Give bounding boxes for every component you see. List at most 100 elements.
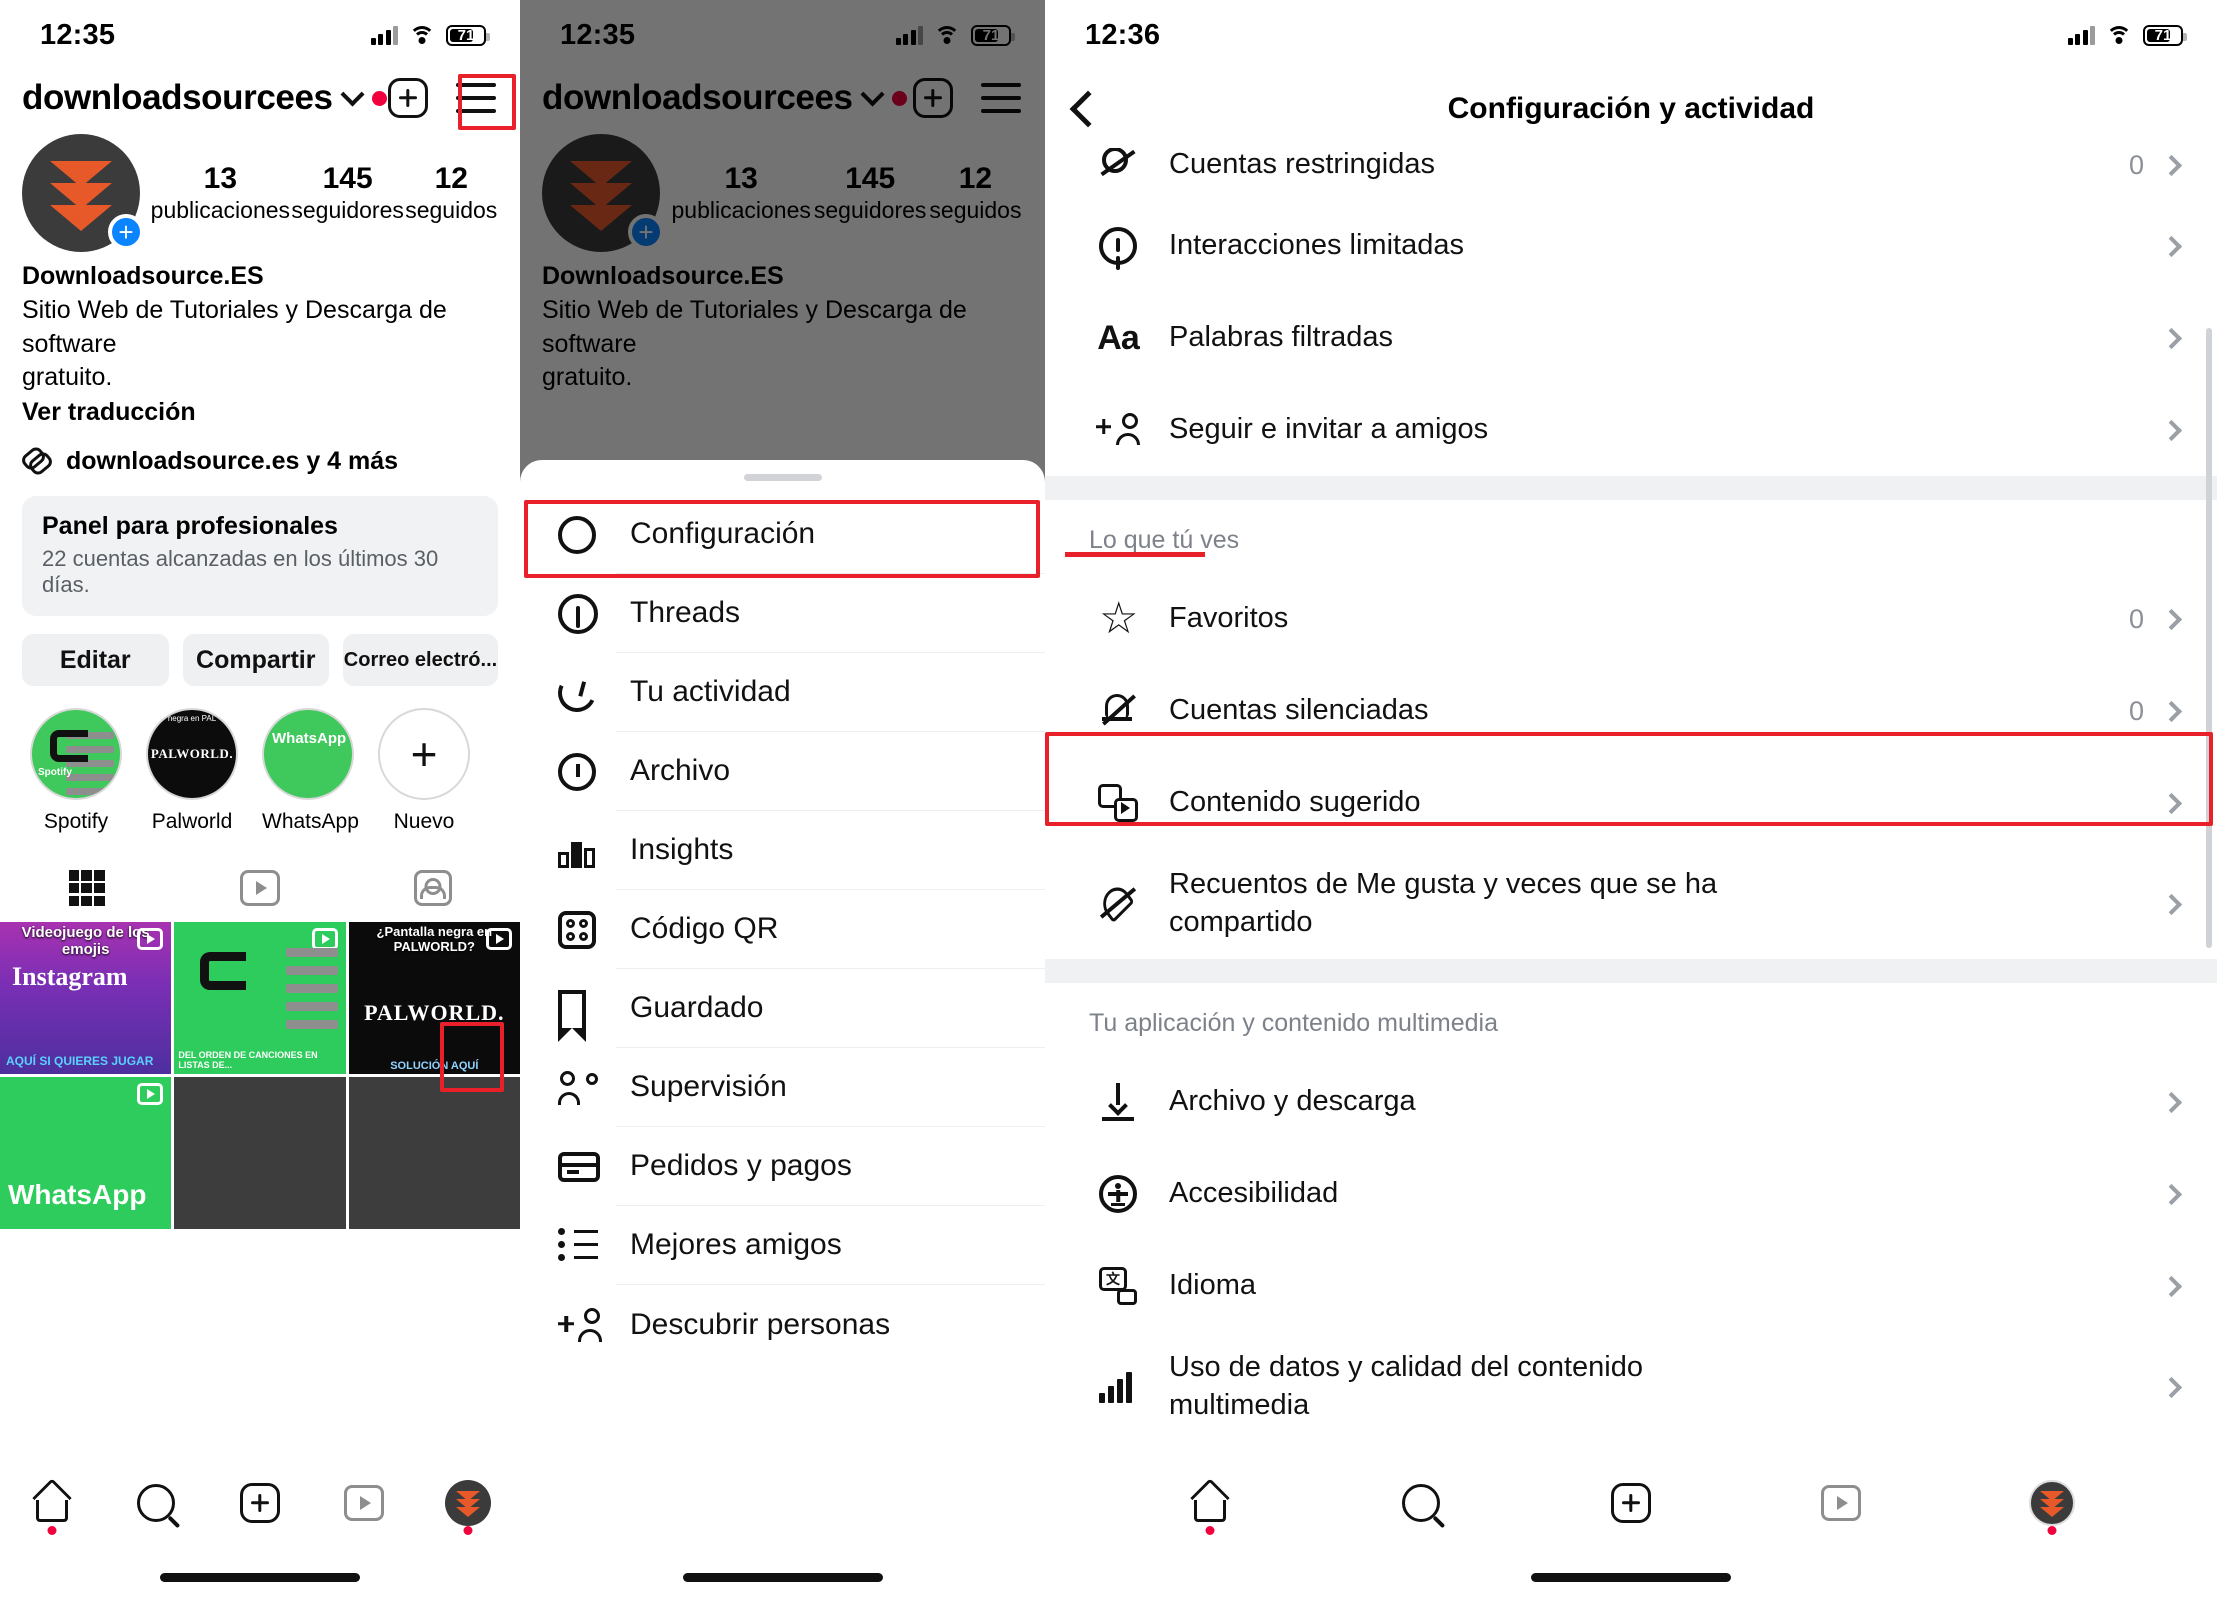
chevron-right-icon (2160, 792, 2183, 814)
see-translation-link[interactable]: Ver traducción (22, 394, 498, 430)
settings-row-uso-de-datos[interactable]: Uso de datos y calidad del contenido mul… (1045, 1332, 2217, 1442)
section-header-lo-que-tu-ves: Lo que tú ves (1089, 526, 1240, 554)
battery-icon: 71 (2143, 24, 2187, 46)
avatar (445, 1480, 491, 1526)
settings-row-label: Cuentas restringidas (1169, 148, 1435, 181)
nav-create[interactable] (230, 1475, 290, 1531)
nav-home[interactable] (1180, 1475, 1240, 1535)
tab-reels[interactable] (173, 858, 346, 918)
highlight-label: Nuevo (393, 810, 455, 834)
menu-item-archivo[interactable]: Archivo (520, 732, 1045, 811)
nav-reels[interactable] (1811, 1475, 1871, 1531)
chevron-right-icon (2160, 154, 2183, 176)
add-new-icon[interactable] (388, 78, 428, 118)
post-sub: AQUÍ SI QUIERES JUGAR (6, 1054, 154, 1069)
settings-row-value: 0 (2128, 149, 2144, 180)
nav-dot (47, 1526, 57, 1535)
chevron-right-icon (2160, 700, 2183, 722)
username-switcher[interactable]: downloadsourcees (22, 78, 387, 118)
settings-row-favoritos[interactable]: ☆ Favoritos 0 (1045, 573, 2217, 665)
grid-icon (68, 870, 105, 907)
menu-item-label: Configuración (616, 495, 1045, 574)
menu-item-descubrir-personas[interactable]: Descubrir personas (520, 1285, 1045, 1364)
post-thumbnail[interactable]: ¿Pantalla negra en PALWORLD? PALWORLD. S… (348, 922, 520, 1075)
menu-item-insights[interactable]: Insights (520, 811, 1045, 890)
edit-button[interactable]: Editar (22, 634, 169, 687)
post-sub: SOLUCIÓN AQUÍ (390, 1060, 479, 1073)
menu-item-threads[interactable]: Threads (520, 574, 1045, 653)
avatar[interactable]: + (22, 134, 144, 252)
highlight-spotify[interactable]: Spotify Spotify (30, 708, 122, 834)
qr-code-icon (558, 910, 596, 949)
menu-item-pedidos-y-pagos[interactable]: Pedidos y pagos (520, 1127, 1045, 1206)
settings-row-archivo-y-descarga[interactable]: Archivo y descarga (1045, 1056, 2217, 1148)
stat-followers[interactable]: 145 seguidores (291, 162, 404, 224)
settings-row-idioma[interactable]: 文 Idioma (1045, 1240, 2217, 1332)
profile-link-row[interactable]: downloadsource.es y 4 más (0, 430, 520, 476)
stat-label: seguidores (291, 196, 404, 223)
settings-row-accesibilidad[interactable]: Accesibilidad (1045, 1148, 2217, 1240)
section-header-tu-aplicacion: Tu aplicación y contenido multimedia (1089, 1009, 1499, 1037)
bottom-navigation-3 (1045, 1462, 2217, 1544)
share-button[interactable]: Compartir (182, 634, 329, 687)
nav-reels[interactable] (334, 1475, 394, 1531)
settings-row-value: 0 (2128, 603, 2144, 634)
settings-row-seguir-e-invitar[interactable]: Seguir e invitar a amigos (1045, 384, 2217, 476)
settings-row-contenido-sugerido[interactable]: Contenido sugerido (1045, 757, 2217, 849)
settings-row-cuentas-restringidas[interactable]: Cuentas restringidas 0 (1045, 148, 2217, 200)
email-button[interactable]: Correo electró... (343, 634, 498, 687)
menu-item-guardado[interactable]: Guardado (520, 969, 1045, 1048)
highlight-whatsapp[interactable]: WhatsApp WhatsApp (262, 708, 359, 834)
nav-profile[interactable] (438, 1475, 498, 1535)
tab-tagged[interactable] (347, 858, 520, 918)
post-sub: DEL ORDEN DE CANCIONES EN LISTAS DE... (178, 1050, 318, 1071)
nav-profile[interactable] (2022, 1475, 2082, 1535)
stat-posts[interactable]: 13 publicaciones (151, 162, 290, 224)
chevron-right-icon (2160, 1183, 2183, 1205)
settings-row-recuentos-me-gusta[interactable]: Recuentos de Me gusta y veces que se ha … (1045, 849, 2217, 959)
menu-item-codigo-qr[interactable]: Código QR (520, 890, 1045, 969)
home-indicator (1531, 1573, 1731, 1582)
post-thumbnail[interactable]: WhatsApp (0, 1077, 172, 1230)
nav-search[interactable] (126, 1475, 186, 1531)
post-thumbnail[interactable] (174, 1077, 346, 1230)
credit-card-icon (558, 1151, 600, 1182)
limited-interactions-icon (1099, 227, 1137, 265)
add-story-button[interactable]: + (108, 214, 144, 250)
tab-grid[interactable] (0, 858, 173, 918)
menu-item-mejores-amigos[interactable]: Mejores amigos (520, 1206, 1045, 1285)
profile-summary: + 13 publicaciones 145 seguidores 12 seg… (0, 122, 520, 252)
nav-create[interactable] (1601, 1475, 1661, 1531)
profile-stats: 13 publicaciones 145 seguidores 12 segui… (140, 162, 498, 224)
nav-search[interactable] (1391, 1475, 1451, 1531)
battery-level: 71 (457, 26, 475, 44)
pro-card-subtitle: 22 cuentas alcanzadas en los últimos 30 … (42, 546, 439, 598)
settings-row-label: Seguir e invitar a amigos (1169, 413, 1489, 446)
nav-dot (463, 1526, 473, 1535)
post-thumbnail[interactable]: Videojuego de los emojis Instagram AQUÍ … (0, 922, 172, 1075)
menu-item-supervision[interactable]: Supervisión (520, 1048, 1045, 1127)
settings-row-palabras-filtradas[interactable]: Aa Palabras filtradas (1045, 292, 2217, 384)
menu-item-tu-actividad[interactable]: Tu actividad (520, 653, 1045, 732)
chevron-right-icon (2160, 608, 2183, 630)
settings-scroll-area[interactable]: Cuentas restringidas 0 Interacciones lim… (1045, 148, 2217, 1442)
menu-item-configuracion[interactable]: Configuración (520, 495, 1045, 574)
post-thumbnail[interactable] (348, 1077, 520, 1230)
hamburger-menu-icon[interactable] (456, 83, 496, 113)
highlight-label: WhatsApp (262, 810, 359, 834)
pro-card-title: Panel para profesionales (42, 512, 338, 541)
post-thumbnail[interactable]: DEL ORDEN DE CANCIONES EN LISTAS DE... (174, 922, 346, 1075)
panel-menu-sheet: 12:35 71 downloadsourcees (520, 0, 1045, 1600)
highlight-palworld[interactable]: negra en PAL PALWORLD. Palworld (146, 708, 238, 834)
highlight-new[interactable]: + Nuevo (378, 708, 470, 834)
scrollbar[interactable] (2206, 328, 2212, 948)
add-highlight-icon: + (378, 708, 470, 801)
home-icon (31, 1478, 73, 1522)
settings-row-cuentas-silenciadas[interactable]: Cuentas silenciadas 0 (1045, 665, 2217, 757)
sheet-drag-handle[interactable] (743, 474, 822, 481)
professional-dashboard-card[interactable]: Panel para profesionales 22 cuentas alca… (22, 496, 498, 617)
section-divider (1045, 959, 2217, 983)
nav-home[interactable] (22, 1475, 82, 1535)
settings-row-interacciones-limitadas[interactable]: Interacciones limitadas (1045, 200, 2217, 292)
stat-following[interactable]: 12 seguidos (405, 162, 497, 224)
